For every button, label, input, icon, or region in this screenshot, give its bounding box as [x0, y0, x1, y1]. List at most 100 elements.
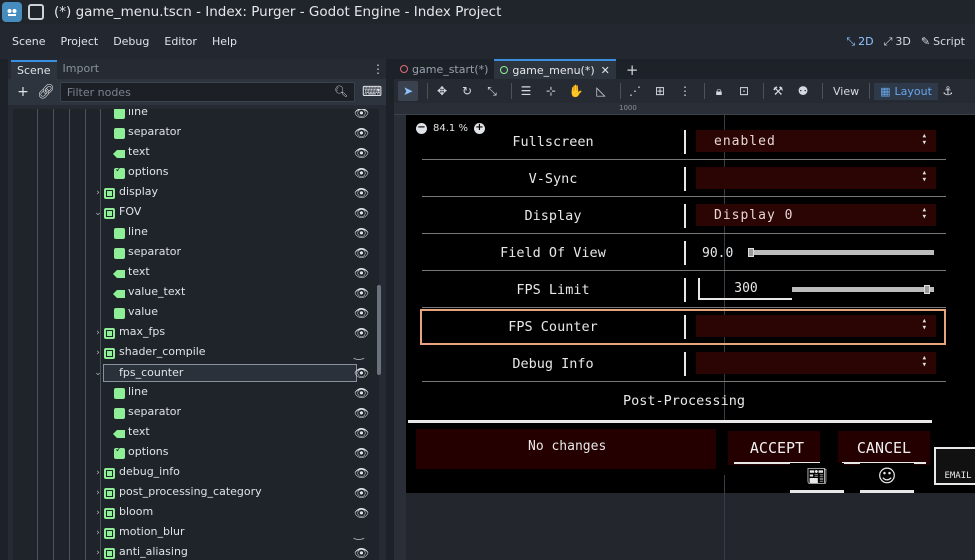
script-attach-icon[interactable]: ⌨	[362, 83, 382, 101]
tree-row[interactable]: options 👁︎	[13, 443, 379, 463]
expand-arrow-icon[interactable]: ›	[93, 528, 103, 538]
visibility-icon[interactable]: 👁︎	[354, 267, 369, 279]
collapse-arrow-icon[interactable]: ⌄	[93, 208, 103, 218]
tree-row[interactable]: › shader_compile ‿	[13, 343, 379, 363]
tree-row[interactable]: › bloom 👁︎	[13, 503, 379, 523]
tree-row[interactable]: › display 👁︎	[13, 183, 379, 203]
mode-2d-button[interactable]: ⤡ 2D	[846, 35, 873, 49]
tree-row[interactable]: text 👁︎	[13, 263, 379, 283]
visibility-hidden-icon[interactable]: ‿	[354, 527, 368, 539]
tree-row[interactable]: line 👁︎	[13, 109, 379, 123]
visibility-icon[interactable]: 👁︎	[354, 447, 369, 459]
tree-row[interactable]: separator 👁︎	[13, 243, 379, 263]
tree-row-selected[interactable]: ⌄ fps_counter 👁︎	[13, 363, 379, 383]
tree-row[interactable]: text 👁︎	[13, 423, 379, 443]
tree-row[interactable]: line 👁︎	[13, 223, 379, 243]
filter-nodes-input[interactable]	[66, 85, 327, 99]
tab-game-start[interactable]: game_start(*)	[394, 59, 494, 79]
filter-nodes-field[interactable]: 🔍︎	[59, 82, 355, 102]
tree-row[interactable]: separator 👁︎	[13, 403, 379, 423]
expand-arrow-icon[interactable]: ›	[93, 188, 103, 198]
fps-limit-spinbox[interactable]: 300	[698, 278, 792, 300]
expand-arrow-icon[interactable]: ›	[93, 328, 103, 338]
add-tab-icon[interactable]: +	[626, 61, 639, 79]
dock-menu-icon[interactable]: ⋮	[372, 62, 384, 76]
smiley-icon[interactable]: ☺︎	[860, 463, 914, 493]
canvas-viewport[interactable]: 1000 − 84.1 % + Fullscreen enabled ▴ ▾ V-S…	[394, 103, 975, 560]
link-icon[interactable]: 🔗︎	[37, 83, 55, 101]
display-dropdown[interactable]: Display 0 ▴ ▾	[696, 204, 936, 226]
grid-snap-icon[interactable]: ⊞	[650, 81, 670, 101]
group-icon[interactable]: ⊡	[734, 81, 754, 101]
expand-arrow-icon[interactable]: ›	[93, 488, 103, 498]
move-mode-icon[interactable]: ✥	[432, 81, 452, 101]
tree-row[interactable]: › anti_aliasing 👁︎	[13, 543, 379, 560]
fov-slider[interactable]	[748, 250, 934, 255]
scale-mode-icon[interactable]: ⤡	[482, 81, 502, 101]
list-select-icon[interactable]: ☰	[516, 81, 536, 101]
pan-mode-icon[interactable]: ✋	[566, 81, 586, 101]
expand-arrow-icon[interactable]: ›	[93, 348, 103, 358]
menu-project[interactable]: Project	[61, 35, 99, 48]
rotate-mode-icon[interactable]: ↻	[457, 81, 477, 101]
visibility-icon[interactable]: 👁︎	[354, 147, 369, 159]
visibility-icon[interactable]: 👁︎	[354, 487, 369, 499]
tab-scene[interactable]: Scene	[11, 60, 57, 79]
visibility-icon[interactable]: 👁︎	[354, 387, 369, 399]
more-options-icon[interactable]: ⋮	[675, 81, 695, 101]
fps-limit-slider-grabber[interactable]	[924, 285, 930, 294]
zoom-out-icon[interactable]: −	[416, 123, 427, 134]
tree-row[interactable]: › motion_blur ‿	[13, 523, 379, 543]
tree-row[interactable]: line 👁︎	[13, 383, 379, 403]
anchor-icon[interactable]: ⚓︎	[938, 81, 958, 101]
fullscreen-dropdown[interactable]: enabled ▴ ▾	[696, 130, 936, 152]
expand-arrow-icon[interactable]: ›	[93, 468, 103, 478]
menu-debug[interactable]: Debug	[113, 35, 149, 48]
tree-row[interactable]: › max_fps 👁︎	[13, 323, 379, 343]
close-icon[interactable]: ✕	[601, 64, 610, 77]
visibility-icon[interactable]: 👁︎	[354, 367, 369, 379]
visibility-icon[interactable]: 👁︎	[354, 109, 369, 119]
fov-slider-grabber[interactable]	[748, 248, 754, 257]
cancel-button[interactable]: CANCEL	[842, 434, 926, 464]
pivot-icon[interactable]: ⊹	[541, 81, 561, 101]
mode-script-button[interactable]: ✎ Script	[921, 35, 965, 48]
visibility-icon[interactable]: 👁︎	[354, 127, 369, 139]
visibility-icon[interactable]: 👁︎	[354, 227, 369, 239]
visibility-icon[interactable]: 👁︎	[354, 427, 369, 439]
zoom-level[interactable]: 84.1 %	[433, 123, 468, 134]
tab-game-menu[interactable]: game_menu(*) ✕	[494, 59, 616, 79]
visibility-icon[interactable]: 👁︎	[354, 247, 369, 259]
tree-row[interactable]: ⌄ FOV 👁︎	[13, 203, 379, 223]
expand-arrow-icon[interactable]: ›	[93, 548, 103, 558]
email-button[interactable]: EMAIL	[934, 447, 975, 485]
visibility-icon[interactable]: 👁︎	[354, 307, 369, 319]
visibility-icon[interactable]: 👁︎	[354, 207, 369, 219]
tree-row[interactable]: › debug_info 👁︎	[13, 463, 379, 483]
tree-row[interactable]: options 👁︎	[13, 163, 379, 183]
visibility-icon[interactable]: 👁︎	[354, 547, 369, 559]
tree-row[interactable]: value_text 👁︎	[13, 283, 379, 303]
expand-arrow-icon[interactable]: ›	[93, 508, 103, 518]
vsync-dropdown[interactable]: ▴ ▾	[696, 167, 936, 189]
zoom-in-icon[interactable]: +	[473, 123, 485, 134]
lock-icon[interactable]: 🔒︎	[709, 81, 729, 101]
fps-counter-dropdown[interactable]: ▴ ▾	[696, 315, 936, 337]
menu-help[interactable]: Help	[212, 35, 237, 48]
visibility-icon[interactable]: 👁︎	[354, 407, 369, 419]
skeleton-icon[interactable]: ⚉	[793, 81, 813, 101]
tree-row[interactable]: value 👁︎	[13, 303, 379, 323]
tree-row[interactable]: text 👁︎	[13, 143, 379, 163]
fps-limit-slider[interactable]	[792, 287, 934, 292]
select-mode-icon[interactable]: ➤	[398, 81, 418, 101]
visibility-icon[interactable]: 👁︎	[354, 187, 369, 199]
smart-snap-icon[interactable]: ⋰	[625, 81, 645, 101]
visibility-hidden-icon[interactable]: ‿	[354, 347, 368, 359]
menu-scene[interactable]: Scene	[12, 35, 46, 48]
debug-info-dropdown[interactable]: ▴ ▾	[696, 352, 936, 374]
view-menu[interactable]: View	[833, 85, 859, 98]
ruler-mode-icon[interactable]: ◺	[591, 81, 611, 101]
collapse-arrow-icon[interactable]: ⌄	[93, 368, 103, 378]
layout-menu[interactable]: ▦ Layout	[874, 82, 938, 100]
visibility-icon[interactable]: 👁︎	[354, 327, 369, 339]
